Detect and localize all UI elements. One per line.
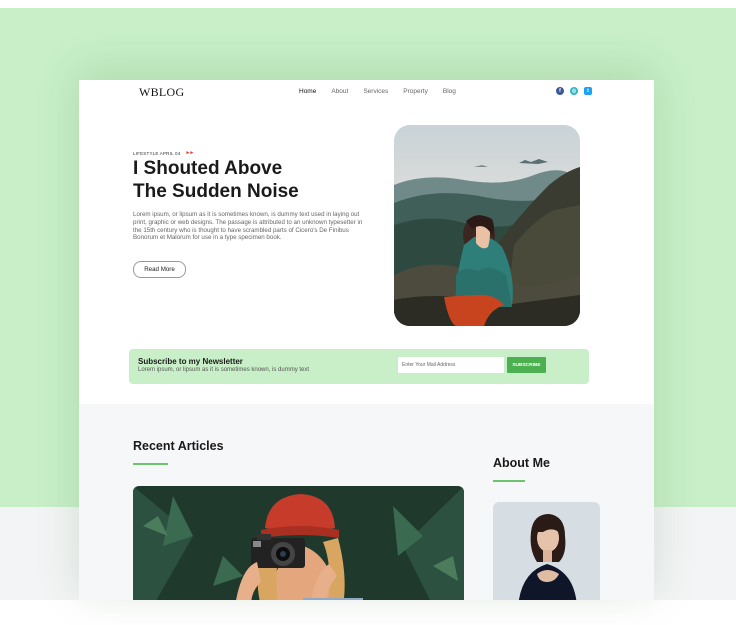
site-logo[interactable]: WBLOG bbox=[139, 85, 185, 100]
read-more-button[interactable]: Read More bbox=[133, 261, 186, 278]
hero-image bbox=[394, 125, 580, 326]
twitter-icon[interactable]: t bbox=[584, 87, 592, 95]
hero-title-line-1: I Shouted Above bbox=[133, 158, 283, 179]
hero-description: Lorem ipsum, or lipsum as it is sometime… bbox=[133, 211, 363, 242]
articles-section: Recent Articles About Me bbox=[79, 404, 654, 600]
hero-eyebrow: LIFESTYLE APRIL 04 ►► bbox=[133, 150, 194, 156]
hero-title: I Shouted Above The Sudden Noise bbox=[133, 157, 353, 203]
about-me-image[interactable] bbox=[493, 502, 600, 600]
newsletter-subtitle: Lorem ipsum, or lipsum as it is sometime… bbox=[138, 367, 310, 373]
main-nav: Home About Services Property Blog bbox=[299, 88, 456, 95]
recent-articles-underline bbox=[133, 463, 168, 465]
hero-category-date: LIFESTYLE APRIL 04 bbox=[133, 150, 181, 156]
subscribe-button[interactable]: SUBSCRIBE bbox=[507, 357, 546, 373]
recent-articles-title: Recent Articles bbox=[133, 439, 224, 453]
facebook-icon[interactable]: f bbox=[556, 87, 564, 95]
newsletter-banner: Subscribe to my Newsletter Lorem ipsum, … bbox=[129, 349, 589, 384]
nav-property[interactable]: Property bbox=[403, 88, 428, 95]
about-me-underline bbox=[493, 480, 525, 482]
about-me-title: About Me bbox=[493, 456, 550, 470]
double-arrow-icon: ►► bbox=[185, 150, 194, 156]
article-image[interactable] bbox=[133, 486, 464, 600]
instagram-icon[interactable]: ◎ bbox=[570, 87, 578, 95]
nav-blog[interactable]: Blog bbox=[443, 88, 456, 95]
website-preview-card: WBLOG Home About Services Property Blog … bbox=[79, 80, 654, 600]
newsletter-email-input[interactable] bbox=[398, 357, 504, 373]
social-links: f ◎ t bbox=[556, 87, 592, 95]
newsletter-title: Subscribe to my Newsletter bbox=[138, 357, 243, 366]
hero-title-line-2: The Sudden Noise bbox=[133, 181, 299, 202]
nav-services[interactable]: Services bbox=[363, 88, 388, 95]
nav-about[interactable]: About bbox=[331, 88, 348, 95]
nav-home[interactable]: Home bbox=[299, 88, 316, 95]
